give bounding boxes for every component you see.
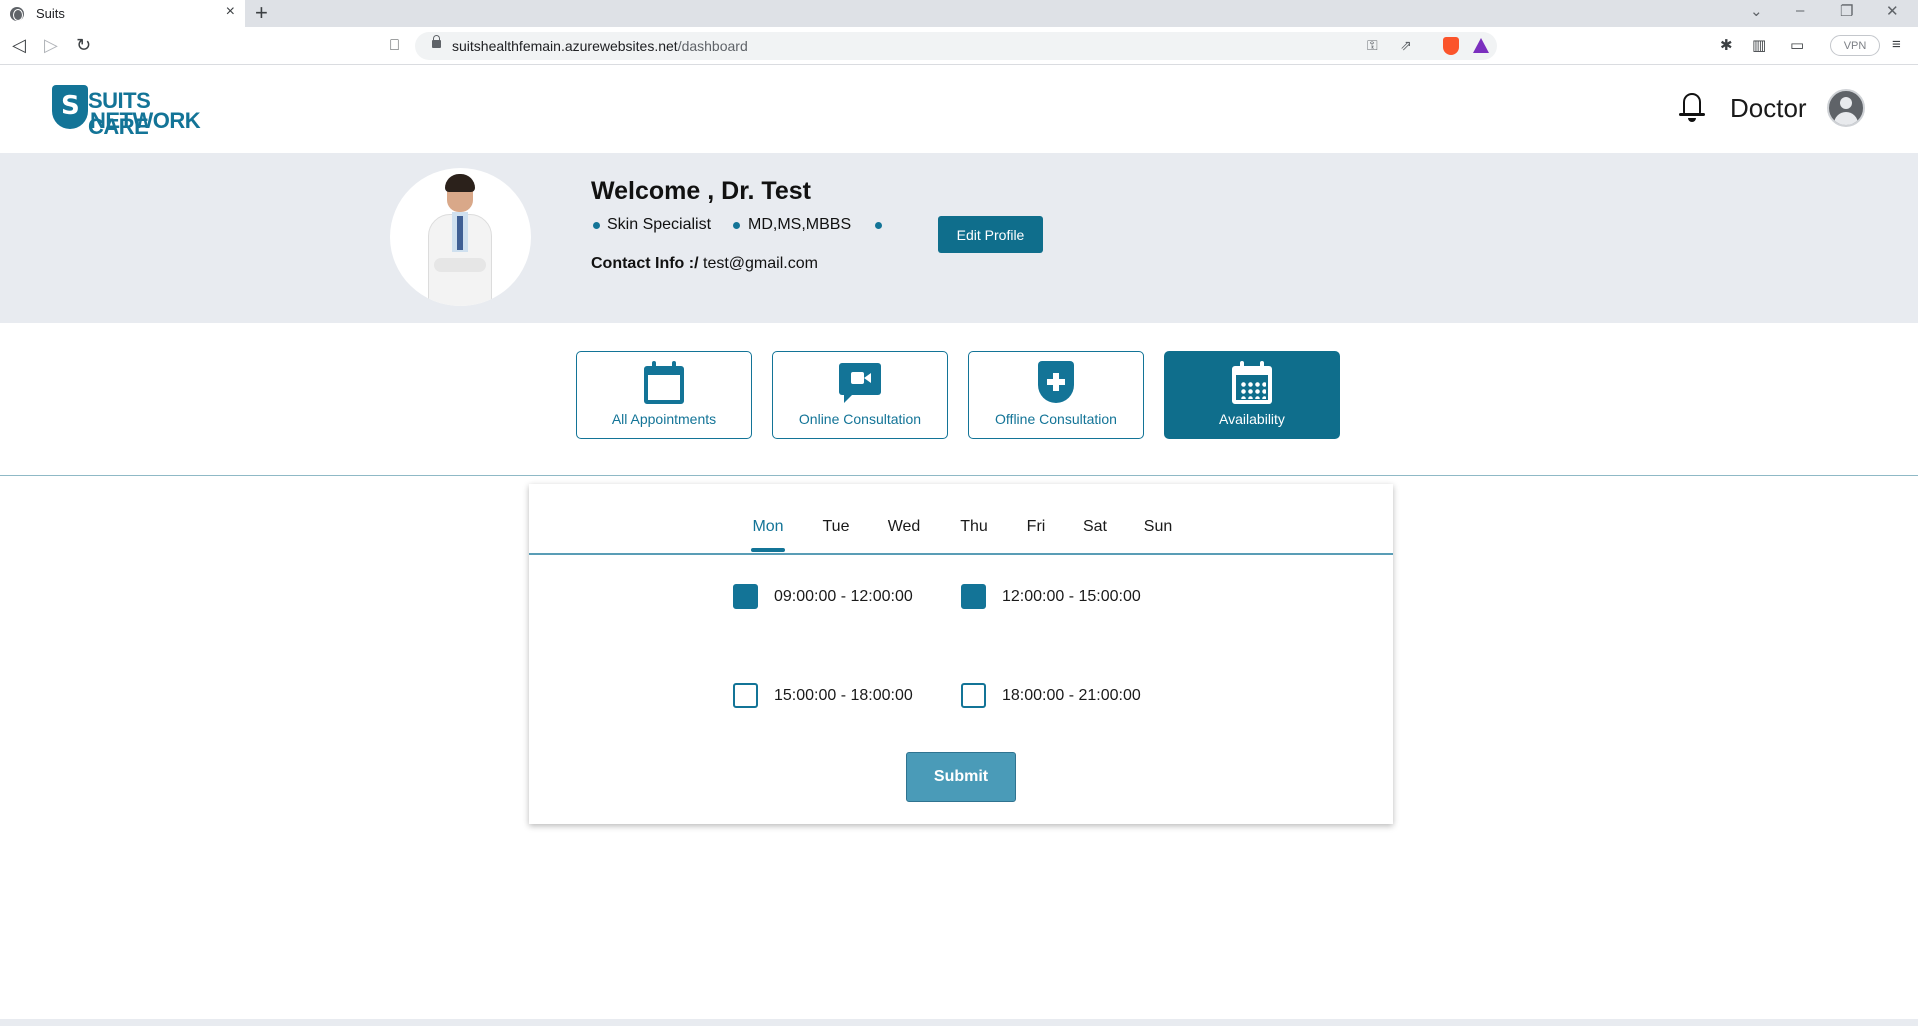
day-tab-wed[interactable]: Wed [884, 518, 924, 536]
reload-icon[interactable]: ↻ [76, 35, 91, 56]
bullet-icon [733, 222, 740, 229]
brave-shield-icon[interactable] [1443, 37, 1459, 55]
wallet-icon[interactable]: ▭ [1790, 36, 1804, 54]
key-icon[interactable]: ⚿ [1367, 37, 1378, 54]
specialty-text: Skin Specialist [607, 216, 712, 233]
notification-bell-icon[interactable] [1677, 89, 1707, 123]
slot-checkbox[interactable] [961, 584, 986, 609]
availability-card[interactable]: Availability [1164, 351, 1340, 439]
browser-toolbar: ◁ ▷ ↻ ⎕ suitshealthfemain.azurewebsites.… [0, 27, 1918, 65]
slot-label: 15:00:00 - 18:00:00 [774, 686, 913, 704]
profile-banner: Welcome , Dr. Test Skin Specialist MD,MS… [0, 153, 1918, 323]
bullet-icon [593, 222, 600, 229]
new-tab-icon[interactable]: + [255, 1, 268, 25]
slot-checkbox[interactable] [961, 683, 986, 708]
close-tab-icon[interactable]: × [226, 3, 235, 21]
slot-label: 09:00:00 - 12:00:00 [774, 587, 913, 605]
brave-rewards-icon[interactable] [1473, 38, 1489, 53]
card-label: Online Consultation [798, 411, 922, 427]
url-text: suitshealthfemain.azurewebsites.net/dash… [452, 38, 748, 54]
slot-label: 18:00:00 - 21:00:00 [1002, 686, 1141, 704]
user-role-label: Doctor [1730, 93, 1807, 123]
card-label: All Appointments [611, 411, 717, 427]
share-icon[interactable]: ⇗ [1400, 37, 1412, 54]
day-tab-sun[interactable]: Sun [1141, 518, 1175, 536]
globe-icon [10, 6, 24, 21]
offline-consultation-card[interactable]: Offline Consultation [968, 351, 1144, 439]
back-icon[interactable]: ◁ [12, 35, 26, 56]
calendar-grid-icon [1232, 361, 1272, 405]
time-slot[interactable]: 15:00:00 - 18:00:00 [733, 683, 913, 708]
restore-icon[interactable]: ❐ [1840, 2, 1853, 20]
contact-email: test@gmail.com [698, 255, 818, 272]
page-footer-strip [0, 1019, 1918, 1026]
browser-tab-bar: Suits × + ⌄ – ❐ ✕ [0, 0, 1918, 27]
user-avatar-icon[interactable] [1827, 89, 1865, 127]
logo-text-line2: NETWORK [90, 108, 201, 133]
forward-icon[interactable]: ▷ [44, 35, 58, 56]
menu-icon[interactable]: ≡ [1892, 36, 1901, 53]
availability-panel: Mon Tue Wed Thu Fri Sat Sun 09:00:00 - 1… [529, 484, 1393, 824]
slot-checkbox[interactable] [733, 683, 758, 708]
active-day-indicator [751, 548, 785, 552]
app-header: SUITS CARE NETWORK Doctor [0, 65, 1918, 153]
bullet-icon [875, 222, 882, 229]
day-tab-fri[interactable]: Fri [1023, 518, 1049, 536]
video-chat-icon [839, 361, 881, 403]
suits-care-logo[interactable]: SUITS CARE NETWORK [50, 83, 210, 139]
card-label: Offline Consultation [995, 411, 1117, 427]
time-slot[interactable]: 09:00:00 - 12:00:00 [733, 584, 913, 609]
extensions-icon[interactable]: ✱ [1720, 36, 1733, 54]
contact-label: Contact Info :/ [591, 255, 699, 272]
lock-icon [432, 35, 441, 48]
online-consultation-card[interactable]: Online Consultation [772, 351, 948, 439]
section-divider [0, 475, 1918, 476]
slot-label: 12:00:00 - 15:00:00 [1002, 587, 1141, 605]
tab-title: Suits [36, 6, 65, 21]
medical-shield-icon [1038, 361, 1074, 403]
day-tab-mon[interactable]: Mon [751, 518, 785, 536]
sidebar-icon[interactable]: ▥ [1752, 36, 1766, 54]
degrees-text: MD,MS,MBBS [748, 216, 852, 233]
edit-profile-button[interactable]: Edit Profile [938, 216, 1043, 253]
address-bar[interactable]: suitshealthfemain.azurewebsites.net/dash… [415, 32, 1497, 60]
day-tabs-divider [529, 553, 1393, 555]
vpn-button[interactable]: VPN [1830, 35, 1880, 56]
logo-shield-icon [52, 85, 88, 129]
all-appointments-card[interactable]: All Appointments [576, 351, 752, 439]
browser-tab[interactable]: Suits × [0, 0, 245, 27]
day-tab-thu[interactable]: Thu [957, 518, 991, 536]
day-tabs: Mon Tue Wed Thu Fri Sat Sun [529, 518, 1393, 538]
card-label: Availability [1219, 411, 1285, 427]
minimize-icon[interactable]: – [1796, 2, 1804, 19]
time-slot[interactable]: 12:00:00 - 15:00:00 [961, 584, 1141, 609]
day-tab-tue[interactable]: Tue [819, 518, 853, 536]
doctor-photo [390, 168, 531, 306]
day-tab-sat[interactable]: Sat [1080, 518, 1110, 536]
submit-button[interactable]: Submit [906, 752, 1016, 802]
welcome-heading: Welcome , Dr. Test [591, 177, 811, 205]
calendar-icon [644, 361, 684, 405]
time-slot[interactable]: 18:00:00 - 21:00:00 [961, 683, 1141, 708]
bookmark-icon[interactable]: ⎕ [390, 37, 399, 54]
slot-checkbox[interactable] [733, 584, 758, 609]
tab-search-icon[interactable]: ⌄ [1750, 2, 1763, 20]
contact-info: Contact Info :/ test@gmail.com [591, 255, 818, 273]
close-window-icon[interactable]: ✕ [1886, 2, 1899, 20]
